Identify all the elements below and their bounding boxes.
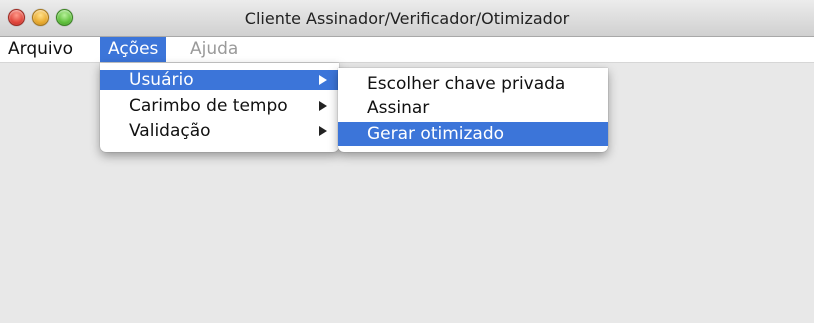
menu-item-label: Usuário <box>129 70 194 90</box>
menu-item-label: Assinar <box>367 98 430 118</box>
menu-item-label: Gerar otimizado <box>367 124 505 144</box>
acoes-dropdown: Usuário Carimbo de tempo Validação <box>100 63 339 152</box>
menu-item-usuario[interactable]: Usuário <box>100 70 339 90</box>
menu-ajuda[interactable]: Ajuda <box>182 37 246 62</box>
app-window: Cliente Assinador/Verificador/Otimizador… <box>0 0 814 323</box>
menu-item-gerar-otimizado[interactable]: Gerar otimizado <box>338 122 608 146</box>
menu-item-label: Escolher chave privada <box>367 74 566 94</box>
usuario-submenu: Escolher chave privada Assinar Gerar oti… <box>338 68 608 152</box>
menu-item-label: Carimbo de tempo <box>129 96 288 116</box>
menu-arquivo[interactable]: Arquivo <box>0 37 81 62</box>
title-bar[interactable]: Cliente Assinador/Verificador/Otimizador <box>0 0 814 37</box>
menu-bar: Arquivo Ações Ajuda <box>0 37 814 63</box>
menu-item-assinar[interactable]: Assinar <box>338 98 608 118</box>
menu-item-validacao[interactable]: Validação <box>100 121 339 141</box>
chevron-right-icon <box>319 75 327 85</box>
menu-acoes[interactable]: Ações <box>100 37 167 62</box>
chevron-right-icon <box>319 101 327 111</box>
window-title: Cliente Assinador/Verificador/Otimizador <box>244 9 570 28</box>
menu-item-escolher-chave-privada[interactable]: Escolher chave privada <box>338 74 608 94</box>
menu-item-label: Validação <box>129 121 211 141</box>
menu-item-carimbo-de-tempo[interactable]: Carimbo de tempo <box>100 96 339 116</box>
chevron-right-icon <box>319 126 327 136</box>
